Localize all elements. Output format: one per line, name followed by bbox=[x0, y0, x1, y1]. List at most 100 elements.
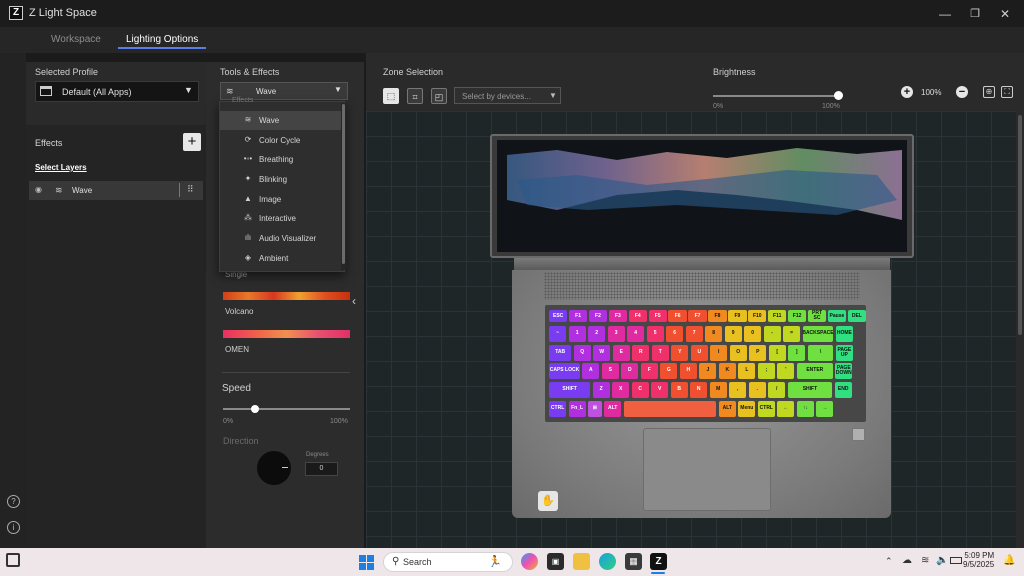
key[interactable]: F2 bbox=[588, 310, 608, 322]
battery-icon[interactable] bbox=[950, 557, 962, 564]
key[interactable]: M bbox=[709, 382, 727, 398]
key[interactable]: \ bbox=[807, 345, 834, 361]
key[interactable]: PRT SC bbox=[807, 310, 827, 322]
pointer-select-icon[interactable]: ⬚ bbox=[383, 88, 399, 104]
menu-item-wave[interactable]: ≋ Wave bbox=[220, 111, 344, 130]
volume-icon[interactable]: 🔈 bbox=[936, 555, 948, 566]
key[interactable]: ALT bbox=[718, 401, 736, 417]
notifications-icon[interactable]: 🔔 bbox=[1003, 555, 1015, 566]
key[interactable]: HOME bbox=[835, 326, 853, 342]
menu-item-blinking[interactable]: ✦ Blinking bbox=[220, 170, 344, 189]
key[interactable]: X bbox=[612, 382, 630, 398]
menu-item-audio-visualizer[interactable]: ılı Audio Visualizer bbox=[220, 229, 344, 248]
maximize-button[interactable]: ❐ bbox=[960, 4, 990, 24]
key[interactable]: F10 bbox=[748, 310, 767, 322]
key[interactable]: ↑↓ bbox=[796, 401, 814, 417]
volcano-gradient[interactable] bbox=[223, 292, 350, 300]
key[interactable]: V bbox=[651, 382, 669, 398]
key[interactable]: F12 bbox=[787, 310, 807, 322]
degrees-input[interactable]: 0 bbox=[305, 462, 338, 476]
key[interactable]: Y bbox=[671, 345, 689, 361]
brightness-slider-track[interactable] bbox=[713, 95, 838, 97]
windows-start-icon[interactable] bbox=[359, 555, 374, 570]
zoom-out-icon[interactable]: − bbox=[956, 86, 968, 98]
tab-workspace[interactable]: Workspace bbox=[51, 34, 101, 45]
drag-handle-icon[interactable]: ⠿ bbox=[187, 184, 194, 195]
info-icon[interactable]: i bbox=[7, 521, 20, 534]
edge-icon[interactable] bbox=[599, 553, 616, 570]
key[interactable]: [ bbox=[768, 345, 786, 361]
key[interactable]: SHIFT bbox=[549, 382, 591, 398]
key[interactable]: F11 bbox=[768, 310, 787, 322]
direction-dial[interactable] bbox=[257, 451, 291, 485]
key[interactable]: TAB bbox=[549, 345, 572, 361]
key[interactable]: = bbox=[783, 326, 801, 342]
key[interactable]: 3 bbox=[607, 326, 625, 342]
close-button[interactable]: ✕ bbox=[990, 4, 1020, 24]
key[interactable]: G bbox=[660, 363, 678, 379]
key[interactable]: ⊞ bbox=[588, 401, 602, 417]
speed-slider-track[interactable] bbox=[223, 408, 350, 410]
key[interactable]: 4 bbox=[627, 326, 645, 342]
key[interactable]: P bbox=[749, 345, 767, 361]
dropdown-scroll-thumb[interactable] bbox=[342, 104, 345, 264]
device-select[interactable]: Select by devices... ▼ bbox=[454, 87, 561, 104]
key[interactable]: ESC bbox=[549, 310, 568, 322]
key[interactable]: 6 bbox=[666, 326, 684, 342]
fit-view-icon[interactable]: ⊕ bbox=[983, 86, 995, 98]
key[interactable]: PAGE DOWN bbox=[835, 363, 853, 379]
key[interactable]: J bbox=[699, 363, 717, 379]
key[interactable]: D bbox=[621, 363, 639, 379]
wifi-icon[interactable]: ≋ bbox=[921, 555, 929, 566]
select-layers-link[interactable]: Select Layers bbox=[35, 163, 87, 172]
brightness-slider-thumb[interactable] bbox=[834, 91, 843, 100]
key[interactable]: W bbox=[593, 345, 611, 361]
menu-item-breathing[interactable]: •◦• Breathing bbox=[220, 150, 344, 169]
key[interactable]: F1 bbox=[568, 310, 588, 322]
menu-item-interactive[interactable]: ⁂ Interactive bbox=[220, 209, 344, 228]
key[interactable]: L bbox=[738, 363, 756, 379]
key[interactable]: E bbox=[612, 345, 630, 361]
key[interactable]: U bbox=[690, 345, 708, 361]
z-light-space-taskbar-icon[interactable]: Z bbox=[650, 553, 667, 570]
minimize-button[interactable]: — bbox=[930, 4, 960, 24]
visibility-icon[interactable]: ◉ bbox=[35, 185, 42, 194]
key[interactable]: F bbox=[640, 363, 658, 379]
key[interactable]: DEL bbox=[847, 310, 866, 322]
key[interactable]: Fn_L bbox=[568, 401, 586, 417]
key[interactable]: 5 bbox=[646, 326, 664, 342]
profile-select[interactable]: Default (All Apps) ▼ bbox=[35, 81, 199, 102]
pan-hand-icon[interactable]: ✋ bbox=[538, 491, 558, 511]
key[interactable]: SHIFT bbox=[787, 382, 833, 398]
key[interactable]: ~ bbox=[549, 326, 567, 342]
menu-item-image[interactable]: ▲ Image bbox=[220, 190, 344, 209]
add-effect-button[interactable]: + bbox=[183, 133, 201, 151]
key[interactable]: / bbox=[768, 382, 786, 398]
help-icon[interactable]: ? bbox=[7, 495, 20, 508]
key[interactable]: → bbox=[816, 401, 834, 417]
copilot-icon[interactable] bbox=[521, 553, 538, 570]
omen-gradient[interactable] bbox=[223, 330, 350, 338]
key[interactable]: END bbox=[834, 382, 852, 398]
file-explorer-icon[interactable] bbox=[573, 553, 590, 570]
key[interactable]: ← bbox=[777, 401, 795, 417]
key[interactable]: N bbox=[690, 382, 708, 398]
key[interactable]: C bbox=[631, 382, 649, 398]
key[interactable]: CAPS LOCK bbox=[549, 363, 580, 379]
key[interactable]: F4 bbox=[628, 310, 647, 322]
canvas-scroll-thumb[interactable] bbox=[1018, 115, 1022, 335]
key[interactable]: O bbox=[729, 345, 747, 361]
key[interactable] bbox=[623, 401, 717, 417]
key[interactable]: ] bbox=[788, 345, 806, 361]
key[interactable]: Menu bbox=[738, 401, 756, 417]
key[interactable]: H bbox=[679, 363, 697, 379]
key[interactable]: I bbox=[710, 345, 728, 361]
taskbar-clock[interactable]: 5:09 PM 9/5/2025 bbox=[963, 551, 994, 569]
key[interactable]: 2 bbox=[588, 326, 606, 342]
key[interactable]: 9 bbox=[724, 326, 742, 342]
touchpad[interactable] bbox=[643, 428, 771, 511]
key[interactable]: PAGE UP bbox=[835, 345, 853, 361]
key[interactable]: ALT bbox=[604, 401, 622, 417]
key[interactable]: ; bbox=[757, 363, 775, 379]
key[interactable]: ' bbox=[777, 363, 795, 379]
